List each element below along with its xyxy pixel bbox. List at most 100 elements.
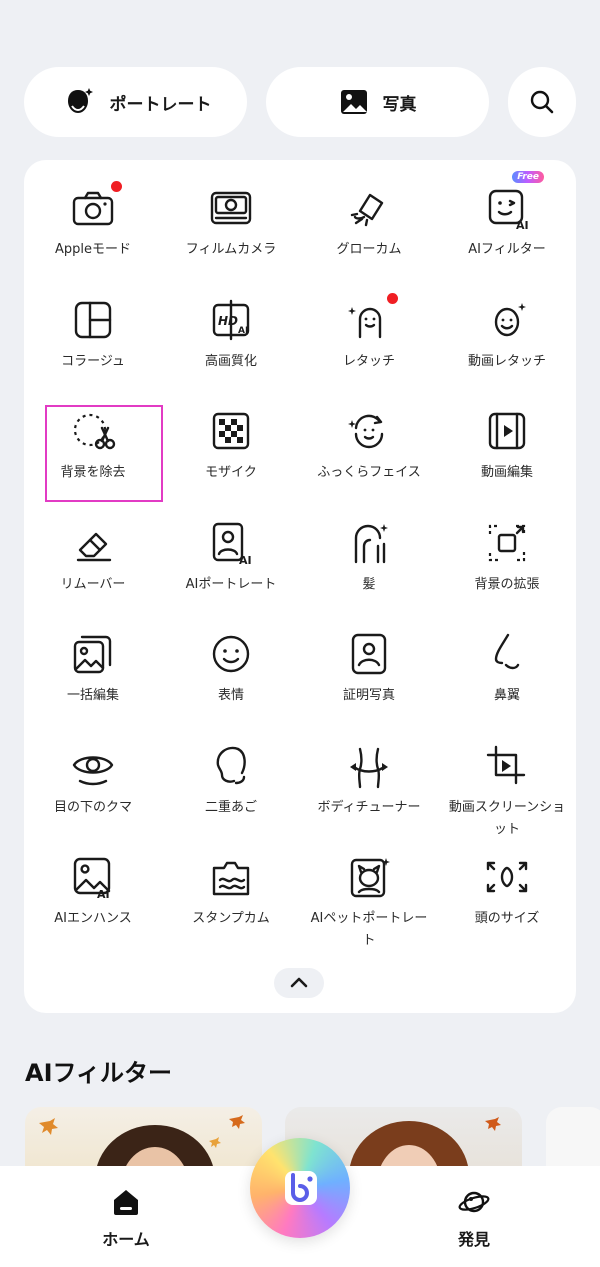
tool-id-photo[interactable]: 証明写真 (300, 601, 438, 707)
nav-home-label: ホーム (102, 1230, 150, 1249)
tool-label: 髪 (362, 576, 376, 592)
scissors-icon (70, 408, 116, 454)
ai-image-icon: AI (70, 854, 116, 900)
tool-label: 表情 (217, 688, 244, 703)
tool-double-chin[interactable]: 二重あご (162, 713, 300, 819)
tool-label: リムーバー (60, 576, 126, 592)
tool-label: 二重あご (204, 799, 257, 815)
id-photo-icon (346, 631, 392, 677)
tool-ai-filter[interactable]: AI Free AIフィルター (438, 155, 576, 261)
tool-ai-enhance[interactable]: AI AIエンハンス (24, 824, 162, 930)
camera-icon (70, 181, 122, 231)
tool-label: 頭のサイズ (474, 911, 540, 926)
tool-collage[interactable]: コラージュ (24, 267, 162, 373)
mosaic-icon (208, 408, 254, 454)
nav-home[interactable]: ホーム (66, 1188, 186, 1250)
pet-portrait-icon (346, 854, 392, 900)
tool-label: Appleモード (54, 242, 131, 257)
tool-label: 一括編集 (66, 688, 119, 703)
tool-retouch[interactable]: レタッチ (300, 267, 438, 373)
tool-hd-enhance[interactable]: HD AI 高画質化 (162, 267, 300, 373)
portrait-tab-label: ポートレート (109, 94, 212, 115)
camera-icon (270, 1158, 330, 1218)
ai-face-icon: AI Free (484, 171, 544, 231)
photo-tab-label: 写真 (382, 94, 417, 115)
svg-text:AI: AI (97, 888, 110, 900)
tool-label: コラージュ (61, 353, 125, 369)
retouch-face-icon (346, 292, 398, 343)
tool-batch-edit[interactable]: 一括編集 (24, 601, 162, 707)
tool-label: ボディチューナー (317, 799, 421, 815)
crop-video-icon (484, 743, 530, 789)
camera-button[interactable] (250, 1138, 350, 1238)
tool-video-edit[interactable]: 動画編集 (438, 378, 576, 484)
tool-video-screenshot[interactable]: 動画スクリーンショット (438, 713, 576, 841)
tool-ai-pet-portrait[interactable]: AIペットポートレート (300, 824, 438, 952)
top-bar: ポートレート 写真 (24, 67, 576, 137)
chin-icon (208, 743, 254, 789)
collage-icon (70, 297, 116, 343)
tool-label: 背景の拡張 (474, 576, 540, 592)
tool-label: フィルムカメラ (185, 242, 277, 257)
svg-text:AI: AI (239, 554, 252, 566)
svg-text:AI: AI (516, 219, 529, 231)
tool-remover[interactable]: リムーバー (24, 490, 162, 596)
tool-label: 証明写真 (342, 688, 395, 703)
photo-tab[interactable]: 写真 (266, 67, 489, 137)
tool-glow-cam[interactable]: グローカム (300, 155, 438, 261)
tool-label: 高画質化 (204, 353, 257, 369)
tool-film-camera[interactable]: フィルムカメラ (162, 155, 300, 261)
tool-label: 動画レタッチ (467, 353, 546, 369)
search-button[interactable] (508, 67, 576, 137)
ai-portrait-icon: AI (208, 520, 254, 566)
film-camera-icon (208, 185, 254, 231)
tool-expression[interactable]: 表情 (162, 601, 300, 707)
tool-body-tuner[interactable]: ボディチューナー (300, 713, 438, 819)
tool-label: スタンプカム (192, 911, 270, 926)
hair-icon (346, 520, 392, 566)
tool-label: レタッチ (342, 353, 395, 369)
spotlight-icon (346, 185, 392, 231)
video-face-icon (484, 297, 530, 343)
ai-filter-section-title: AIフィルター (25, 1059, 173, 1087)
tool-label: 鼻翼 (493, 688, 520, 703)
hd-icon: HD AI (208, 297, 254, 343)
tool-ai-portrait[interactable]: AI AIポートレート (162, 490, 300, 596)
portrait-icon (60, 84, 96, 120)
svg-text:HD: HD (218, 314, 238, 328)
tool-label: グローカム (336, 242, 402, 257)
tool-apple-mode[interactable]: Appleモード (24, 155, 162, 261)
tool-stamp-cam[interactable]: スタンプカム (162, 824, 300, 930)
tool-remove-background[interactable]: 背景を除去 (24, 378, 162, 484)
tool-video-retouch[interactable]: 動画レタッチ (438, 267, 576, 373)
stamp-icon (208, 854, 254, 900)
tool-label: 動画編集 (480, 465, 533, 480)
expand-icon (484, 520, 530, 566)
tool-dark-circles[interactable]: 目の下のクマ (24, 713, 162, 819)
plump-face-icon (346, 408, 392, 454)
tool-nose-wing[interactable]: 鼻翼 (438, 601, 576, 707)
tool-hair[interactable]: 髪 (300, 490, 438, 596)
notification-dot (111, 181, 122, 192)
chevron-up-icon (289, 974, 309, 993)
batch-icon (70, 631, 116, 677)
tool-plump-face[interactable]: ふっくらフェイス (300, 378, 438, 484)
body-icon (346, 743, 392, 789)
photo-icon (339, 87, 369, 117)
portrait-tab[interactable]: ポートレート (24, 67, 247, 137)
tool-label: モザイク (205, 465, 257, 480)
tool-head-size[interactable]: 頭のサイズ (438, 824, 576, 930)
tool-label: AIポートレート (185, 576, 277, 592)
tool-label: AIフィルター (468, 242, 546, 257)
tool-label: ふっくらフェイス (317, 465, 421, 480)
home-icon (111, 1188, 141, 1220)
free-badge: Free (512, 171, 544, 183)
svg-text:AI: AI (238, 326, 248, 336)
collapse-button[interactable] (274, 968, 324, 998)
tool-expand-background[interactable]: 背景の拡張 (438, 490, 576, 596)
notification-dot (387, 292, 398, 304)
eraser-icon (70, 520, 116, 566)
tool-mosaic[interactable]: モザイク (162, 378, 300, 484)
nav-discover-label: 発見 (457, 1230, 490, 1249)
nav-discover[interactable]: 発見 (414, 1188, 534, 1250)
